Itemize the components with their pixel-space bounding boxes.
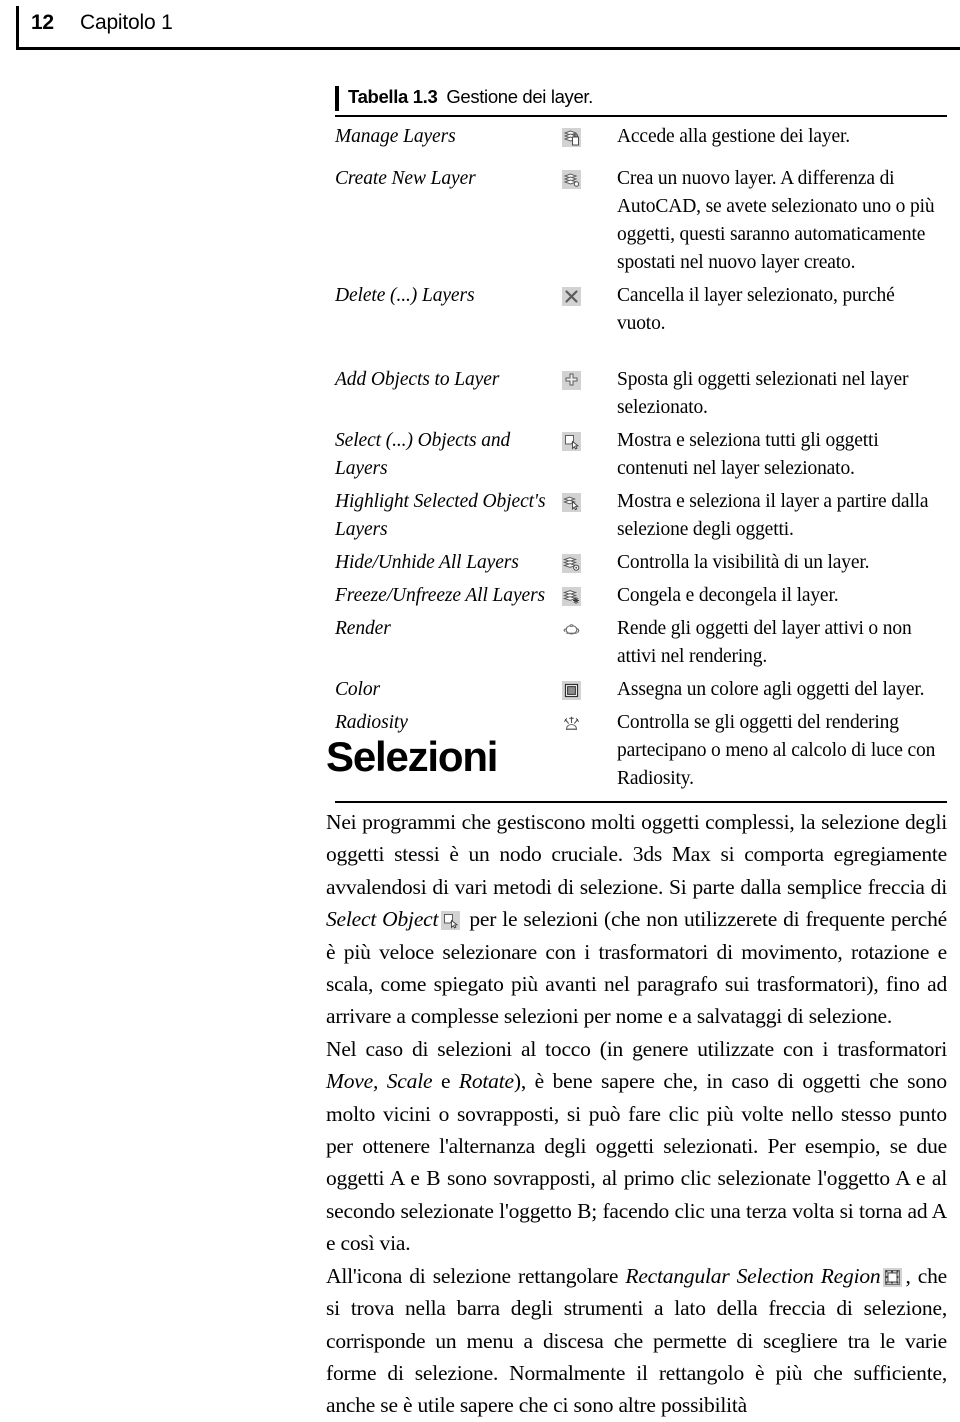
paragraph-2-move-scale-term: Move, Scale xyxy=(326,1069,433,1094)
table-cell-term: Manage Layers xyxy=(335,126,456,147)
body-text: Nei programmi che gestiscono molti ogget… xyxy=(326,806,947,1422)
table-row: Freeze/Unfreeze All Layers Congela e dec… xyxy=(335,582,947,610)
paragraph-3-rectangular-selection-term: Rectangular Selection Region xyxy=(625,1263,881,1288)
table-cell-description: Crea un nuovo layer. A differenza di Aut… xyxy=(617,168,935,273)
paragraph-2: Nel caso di selezioni al tocco (in gener… xyxy=(326,1033,947,1260)
select-object-icon xyxy=(441,911,461,931)
table-cell-term: Highlight Selected Object's Layers xyxy=(335,491,546,540)
delete-layers-icon xyxy=(562,287,581,306)
table-cell-icon xyxy=(562,427,617,451)
table-cell-icon xyxy=(562,366,617,390)
table-cell-icon xyxy=(562,615,617,639)
table-row: Color Assegna un colore agli oggetti del… xyxy=(335,676,947,704)
table-caption-text: Gestione dei layer. xyxy=(446,86,593,107)
running-head-horizontal-rule xyxy=(16,47,960,50)
table-cell-description: Rende gli oggetti del layer attivi o non… xyxy=(617,618,912,667)
table-body: Manage Layers Accede alla gestione dei l… xyxy=(335,117,947,801)
add-objects-to-layer-icon xyxy=(562,371,581,390)
render-teapot-icon xyxy=(562,620,581,639)
table-cell-term: Delete (...) Layers xyxy=(335,285,475,306)
table-cell-description: Controlla la visibilità di un layer. xyxy=(617,552,870,573)
table-cell-term: Create New Layer xyxy=(335,168,476,189)
highlight-selected-objects-layers-icon xyxy=(562,493,581,512)
manage-layers-icon xyxy=(562,128,581,147)
table-cell-icon xyxy=(562,676,617,700)
table-cell-description: Accede alla gestione dei layer. xyxy=(617,126,851,147)
paragraph-2-part-b: e xyxy=(432,1069,459,1094)
table-1-3: Tabella 1.3 Gestione dei layer. Manage La… xyxy=(335,86,947,803)
table-row: Select (...) Objects and Layers Mostra e… xyxy=(335,427,947,483)
table-cell-term: Hide/Unhide All Layers xyxy=(335,552,519,573)
table-caption-number: Tabella 1.3 xyxy=(348,86,438,107)
table-cell-icon xyxy=(562,582,617,606)
table-cell-icon xyxy=(562,488,617,512)
running-head: 12 Capitolo 1 xyxy=(0,0,960,52)
table-caption-bar xyxy=(335,86,339,111)
running-head-vertical-rule xyxy=(16,6,19,48)
table-cell-description: Assegna un colore agli oggetti del layer… xyxy=(617,679,925,700)
table-cell-description: Mostra e seleziona tutti gli oggetti con… xyxy=(617,430,879,479)
paragraph-1-select-object-term: Select Object xyxy=(326,907,439,932)
table-cell-term: Add Objects to Layer xyxy=(335,369,500,390)
table-row: Create New Layer Crea un nuovo layer. A … xyxy=(335,165,947,277)
rectangular-selection-region-icon xyxy=(883,1267,903,1287)
select-objects-and-layers-icon xyxy=(562,432,581,451)
hide-unhide-all-layers-icon xyxy=(562,554,581,573)
table-bottom-rule xyxy=(335,801,947,803)
chapter-title: Capitolo 1 xyxy=(80,11,173,34)
table-cell-icon xyxy=(562,282,617,306)
table-cell-term: Render xyxy=(335,618,391,639)
section-heading: Selezioni xyxy=(326,733,498,780)
table-cell-description: Sposta gli oggetti selezionati nel layer… xyxy=(617,369,909,418)
paragraph-1: Nei programmi che gestiscono molti ogget… xyxy=(326,806,947,1033)
radiosity-icon xyxy=(562,714,581,733)
table-cell-icon xyxy=(562,123,617,147)
paragraph-2-part-c: ), è bene sapere che, in caso di oggetti… xyxy=(326,1069,947,1256)
paragraph-1-part-a: Nei programmi che gestiscono molti ogget… xyxy=(326,810,947,899)
table-cell-icon xyxy=(562,549,617,573)
paragraph-3-part-a: All'icona di selezione rettangolare xyxy=(326,1263,626,1288)
table-row: Hide/Unhide All Layers Controlla la visi… xyxy=(335,549,947,577)
table-row: Highlight Selected Object's Layers Mostr… xyxy=(335,488,947,544)
table-row: Manage Layers Accede alla gestione dei l… xyxy=(335,123,947,151)
table-cell-description: Controlla se gli oggetti del rendering p… xyxy=(617,709,947,793)
table-row: Delete (...) Layers Cancella il layer se… xyxy=(335,282,947,338)
table-cell-term: Freeze/Unfreeze All Layers xyxy=(335,585,546,606)
paragraph-2-rotate-term: Rotate xyxy=(458,1069,514,1094)
table-caption-row: Tabella 1.3 Gestione dei layer. xyxy=(335,86,947,114)
paragraph-2-part-a: Nel caso di selezioni al tocco (in gener… xyxy=(326,1036,947,1061)
table-cell-icon xyxy=(562,165,617,189)
color-swatch-icon xyxy=(562,681,581,700)
table-cell-description: Mostra e seleziona il layer a partire da… xyxy=(617,491,929,540)
radiosity-description-text: Controlla se gli oggetti del rendering p… xyxy=(617,712,936,789)
table-cell-icon xyxy=(562,709,617,733)
table-cell-term: Color xyxy=(335,679,381,700)
table-row: Add Objects to Layer Sposta gli oggetti … xyxy=(335,366,947,422)
table-caption: Tabella 1.3 Gestione dei layer. xyxy=(348,86,593,108)
freeze-unfreeze-all-layers-icon xyxy=(562,587,581,606)
paragraph-3: All'icona di selezione rettangolare Rect… xyxy=(326,1260,947,1422)
table-cell-term: Select (...) Objects and Layers xyxy=(335,430,511,479)
table-cell-description: Cancella il layer selezionato, purché vu… xyxy=(617,285,895,334)
create-new-layer-icon xyxy=(562,170,581,189)
page-number: 12 xyxy=(31,11,54,34)
table-row: Render Rende gli oggetti del layer attiv… xyxy=(335,615,947,671)
table-cell-description: Congela e decongela il layer. xyxy=(617,585,839,606)
